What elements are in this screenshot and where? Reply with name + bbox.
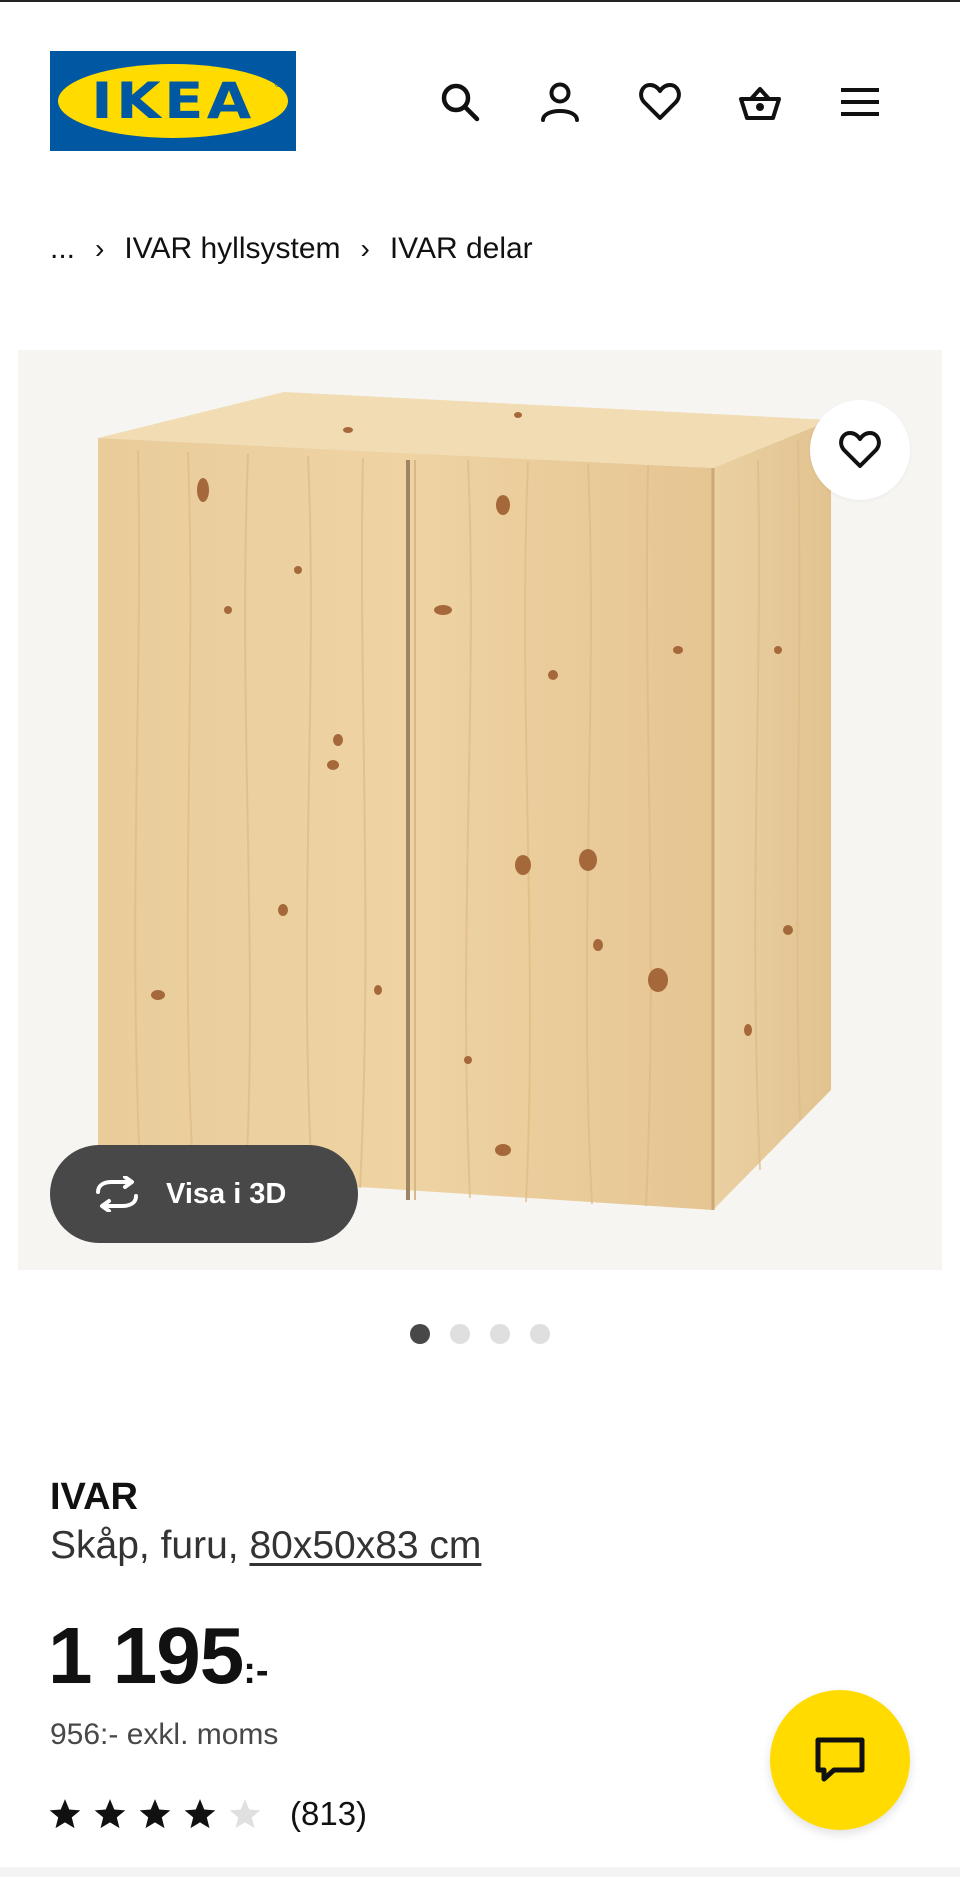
rotate-3d-icon: [96, 1176, 138, 1212]
star-filled-icon: [139, 1799, 171, 1829]
account-button[interactable]: [530, 72, 590, 132]
star-filled-icon: [94, 1799, 126, 1829]
product-name: IVAR: [50, 1476, 138, 1518]
breadcrumb-ivar-delar[interactable]: IVAR delar: [390, 232, 533, 266]
star-empty-icon: [229, 1799, 261, 1829]
view-in-3d-label: Visa i 3D: [166, 1177, 287, 1210]
breadcrumb-ellipsis[interactable]: ...: [50, 232, 75, 266]
carousel-dot-2[interactable]: [450, 1324, 470, 1344]
price-main: 1 195: [48, 1611, 244, 1700]
product-type: Skåp, furu,: [50, 1524, 239, 1567]
search-button[interactable]: [430, 72, 490, 132]
product-price: 1 195:-: [48, 1610, 269, 1717]
product-image: [98, 392, 831, 1210]
carousel-pagination: [410, 1324, 550, 1344]
breadcrumb-separator: ›: [360, 233, 370, 264]
menu-icon: [841, 88, 879, 116]
price-excl-vat: 956:- exkl. moms: [50, 1718, 279, 1751]
favorites-button[interactable]: [630, 72, 690, 132]
bottom-edge: [0, 1867, 960, 1877]
product-image-carousel[interactable]: [18, 350, 942, 1270]
logo-registered: ®: [274, 79, 282, 90]
breadcrumb-separator: ›: [95, 233, 105, 264]
star-filled-icon: [49, 1799, 81, 1829]
search-icon: [441, 83, 480, 122]
review-count: (813): [290, 1795, 368, 1832]
menu-button[interactable]: [830, 72, 890, 132]
basket-icon: [739, 87, 781, 120]
carousel-dot-1[interactable]: [410, 1324, 430, 1344]
product-rating[interactable]: (813): [48, 1795, 367, 1833]
chat-icon: [815, 1737, 865, 1782]
product-size-link[interactable]: 80x50x83 cm: [249, 1524, 481, 1567]
view-in-3d-button[interactable]: Visa i 3D: [50, 1145, 358, 1243]
account-icon: [541, 82, 579, 122]
breadcrumb: ... › IVAR hyllsystem › IVAR delar: [50, 232, 533, 266]
logo-text: IKEA: [91, 72, 255, 130]
chat-button[interactable]: [770, 1690, 910, 1830]
carousel-dot-4[interactable]: [530, 1324, 550, 1344]
breadcrumb-ivar-hyllsystem[interactable]: IVAR hyllsystem: [124, 232, 340, 266]
heart-icon: [639, 83, 681, 120]
add-to-favorites-button[interactable]: [810, 400, 910, 500]
product-description: Skåp, furu, 80x50x83 cm: [50, 1524, 481, 1568]
heart-icon: [839, 431, 881, 468]
carousel-dot-3[interactable]: [490, 1324, 510, 1344]
star-filled-icon: [184, 1799, 216, 1829]
ikea-logo[interactable]: IKEA ®: [50, 51, 296, 151]
top-border: [0, 0, 960, 2]
basket-button[interactable]: [730, 72, 790, 132]
price-suffix: :-: [243, 1650, 269, 1692]
